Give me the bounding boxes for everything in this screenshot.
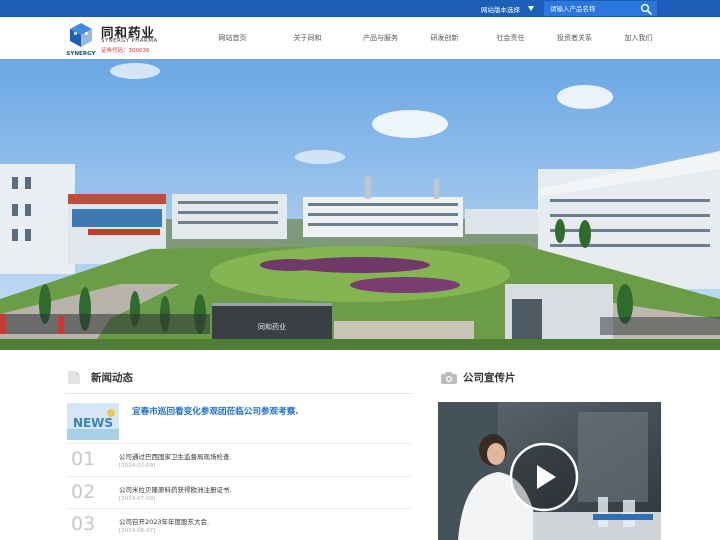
search-input[interactable] (544, 1, 630, 16)
document-icon (68, 371, 80, 384)
synergy-logo[interactable]: SYNERGY (65, 21, 97, 57)
version-select[interactable]: 网站版本选择 (481, 0, 534, 17)
news-item[interactable]: 03 公司召开2023年年度股东大会. [2024-06-07] (67, 508, 412, 540)
stock-code: 证券代码：300636 (101, 48, 150, 54)
logo-wordmark: SYNERGY (66, 51, 96, 57)
featured-news[interactable]: NEWS 宜春市巡回看变化参观团莅临公司参观考察. (67, 403, 412, 441)
news-item-title[interactable]: 公司通过巴西国家卫生监督局现场检查. (119, 451, 232, 461)
caret-down-icon (528, 6, 534, 11)
news-item-number: 03 (71, 513, 96, 535)
top-bar: 网站版本选择 (0, 0, 720, 17)
nav-careers[interactable]: 加入我们 (611, 17, 666, 59)
nav-rnd[interactable]: 研发创新 (417, 17, 472, 59)
hero-banner: 同和药业 (0, 59, 720, 350)
news-header: 新闻动态 (67, 370, 133, 385)
nav-responsibility[interactable]: 社会责任 (483, 17, 538, 59)
campus-photo: 同和药业 (0, 59, 720, 350)
main-nav: 网站首页 关于同和 产品与服务 研发创新 社会责任 投资者关系 加入我们 (210, 17, 666, 59)
nav-products[interactable]: 产品与服务 (353, 17, 408, 59)
version-select-label: 网站版本选择 (481, 5, 520, 14)
video-header: 公司宣传片 (440, 370, 516, 385)
site-header: SYNERGY 同和药业 SYNERGY PHARMA 证券代码：300636 … (0, 17, 720, 59)
search-button[interactable] (635, 1, 657, 16)
news-item-date: [2024-07-09] (119, 496, 156, 502)
news-item[interactable]: 02 公司米拉贝隆原料药获得欧洲注册证书. [2024-07-09] (67, 476, 412, 508)
search-box (544, 1, 657, 16)
news-item-date: [2024-06-07] (119, 528, 156, 534)
news-item-number: 02 (71, 481, 96, 503)
camera-icon (441, 372, 457, 384)
nav-about[interactable]: 关于同和 (265, 17, 350, 59)
nav-investors[interactable]: 投资者关系 (547, 17, 602, 59)
search-icon (640, 3, 652, 15)
thumbnail-word: NEWS (73, 416, 113, 430)
video-poster (438, 402, 661, 540)
news-section-title: 新闻动态 (91, 372, 133, 384)
news-item-title[interactable]: 公司召开2023年年度股东大会. (119, 516, 209, 526)
nav-home[interactable]: 网站首页 (210, 17, 255, 59)
news-item[interactable]: 01 公司通过巴西国家卫生监督局现场检查. [2024-07-09] (67, 443, 412, 475)
news-thumbnail-image: NEWS (67, 403, 119, 440)
promo-video[interactable] (438, 402, 661, 540)
featured-news-thumbnail[interactable]: NEWS (67, 403, 119, 440)
brand-english: SYNERGY PHARMA (101, 38, 158, 44)
featured-news-title[interactable]: 宜春市巡回看变化参观团莅临公司参观考察. (132, 405, 299, 417)
gate-sign-text: 同和药业 (258, 322, 286, 331)
video-section-title: 公司宣传片 (463, 372, 516, 384)
news-item-number: 01 (71, 448, 96, 470)
news-divider (65, 393, 412, 394)
news-item-title[interactable]: 公司米拉贝隆原料药获得欧洲注册证书. (119, 484, 232, 494)
news-item-date: [2024-07-09] (119, 463, 156, 469)
